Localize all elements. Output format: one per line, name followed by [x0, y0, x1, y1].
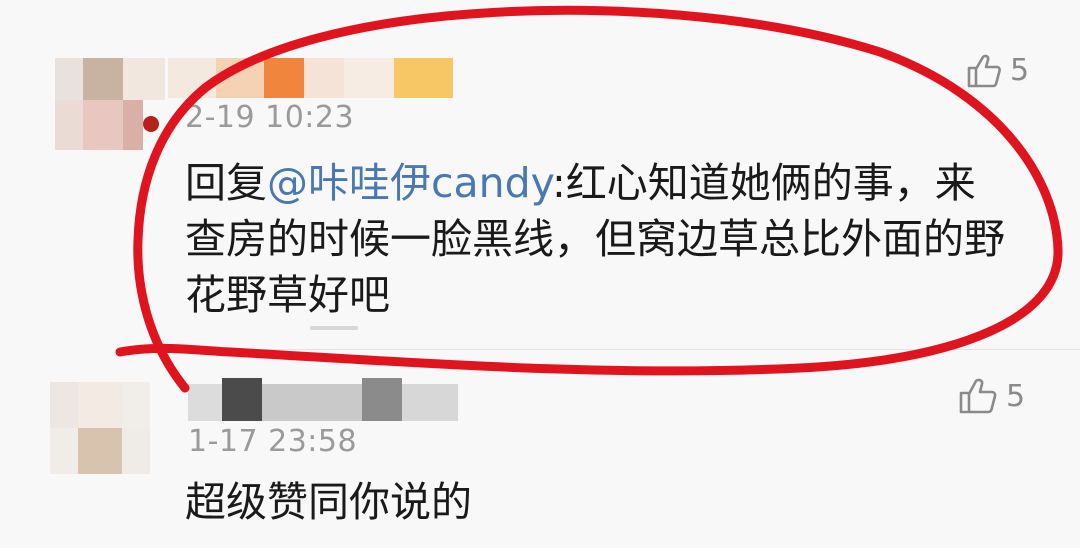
comment-timestamp: 2-19 10:23 — [185, 100, 355, 135]
username-blurred[interactable] — [168, 58, 453, 98]
like-button[interactable]: 5 — [958, 378, 1025, 414]
avatar[interactable] — [55, 58, 165, 158]
username-blurred[interactable] — [188, 376, 458, 421]
text-underline-mark — [310, 326, 358, 330]
comment-timestamp: 1-17 23:58 — [188, 424, 358, 459]
reply-prefix: 回复 — [185, 159, 267, 207]
comment-item: 2-19 10:23 5 回复@咔哇伊candy:红心知道她俩的事，来查房的时候… — [0, 0, 1080, 350]
thumbs-up-icon — [959, 378, 997, 414]
like-button[interactable]: 5 — [966, 53, 1029, 88]
thumbs-up-icon — [967, 54, 1001, 87]
avatar[interactable] — [50, 382, 150, 474]
like-count: 5 — [1006, 378, 1026, 414]
comment-thread: 2-19 10:23 5 回复@咔哇伊candy:红心知道她俩的事，来查房的时候… — [0, 0, 1080, 548]
user-mention-link[interactable]: @咔哇伊candy — [267, 159, 552, 207]
comment-body: 回复@咔哇伊candy:红心知道她俩的事，来查房的时候一脸黑线，但窝边草总比外面… — [185, 155, 1015, 323]
comment-body: 超级赞同你说的 — [185, 478, 472, 526]
like-count: 5 — [1010, 53, 1030, 88]
